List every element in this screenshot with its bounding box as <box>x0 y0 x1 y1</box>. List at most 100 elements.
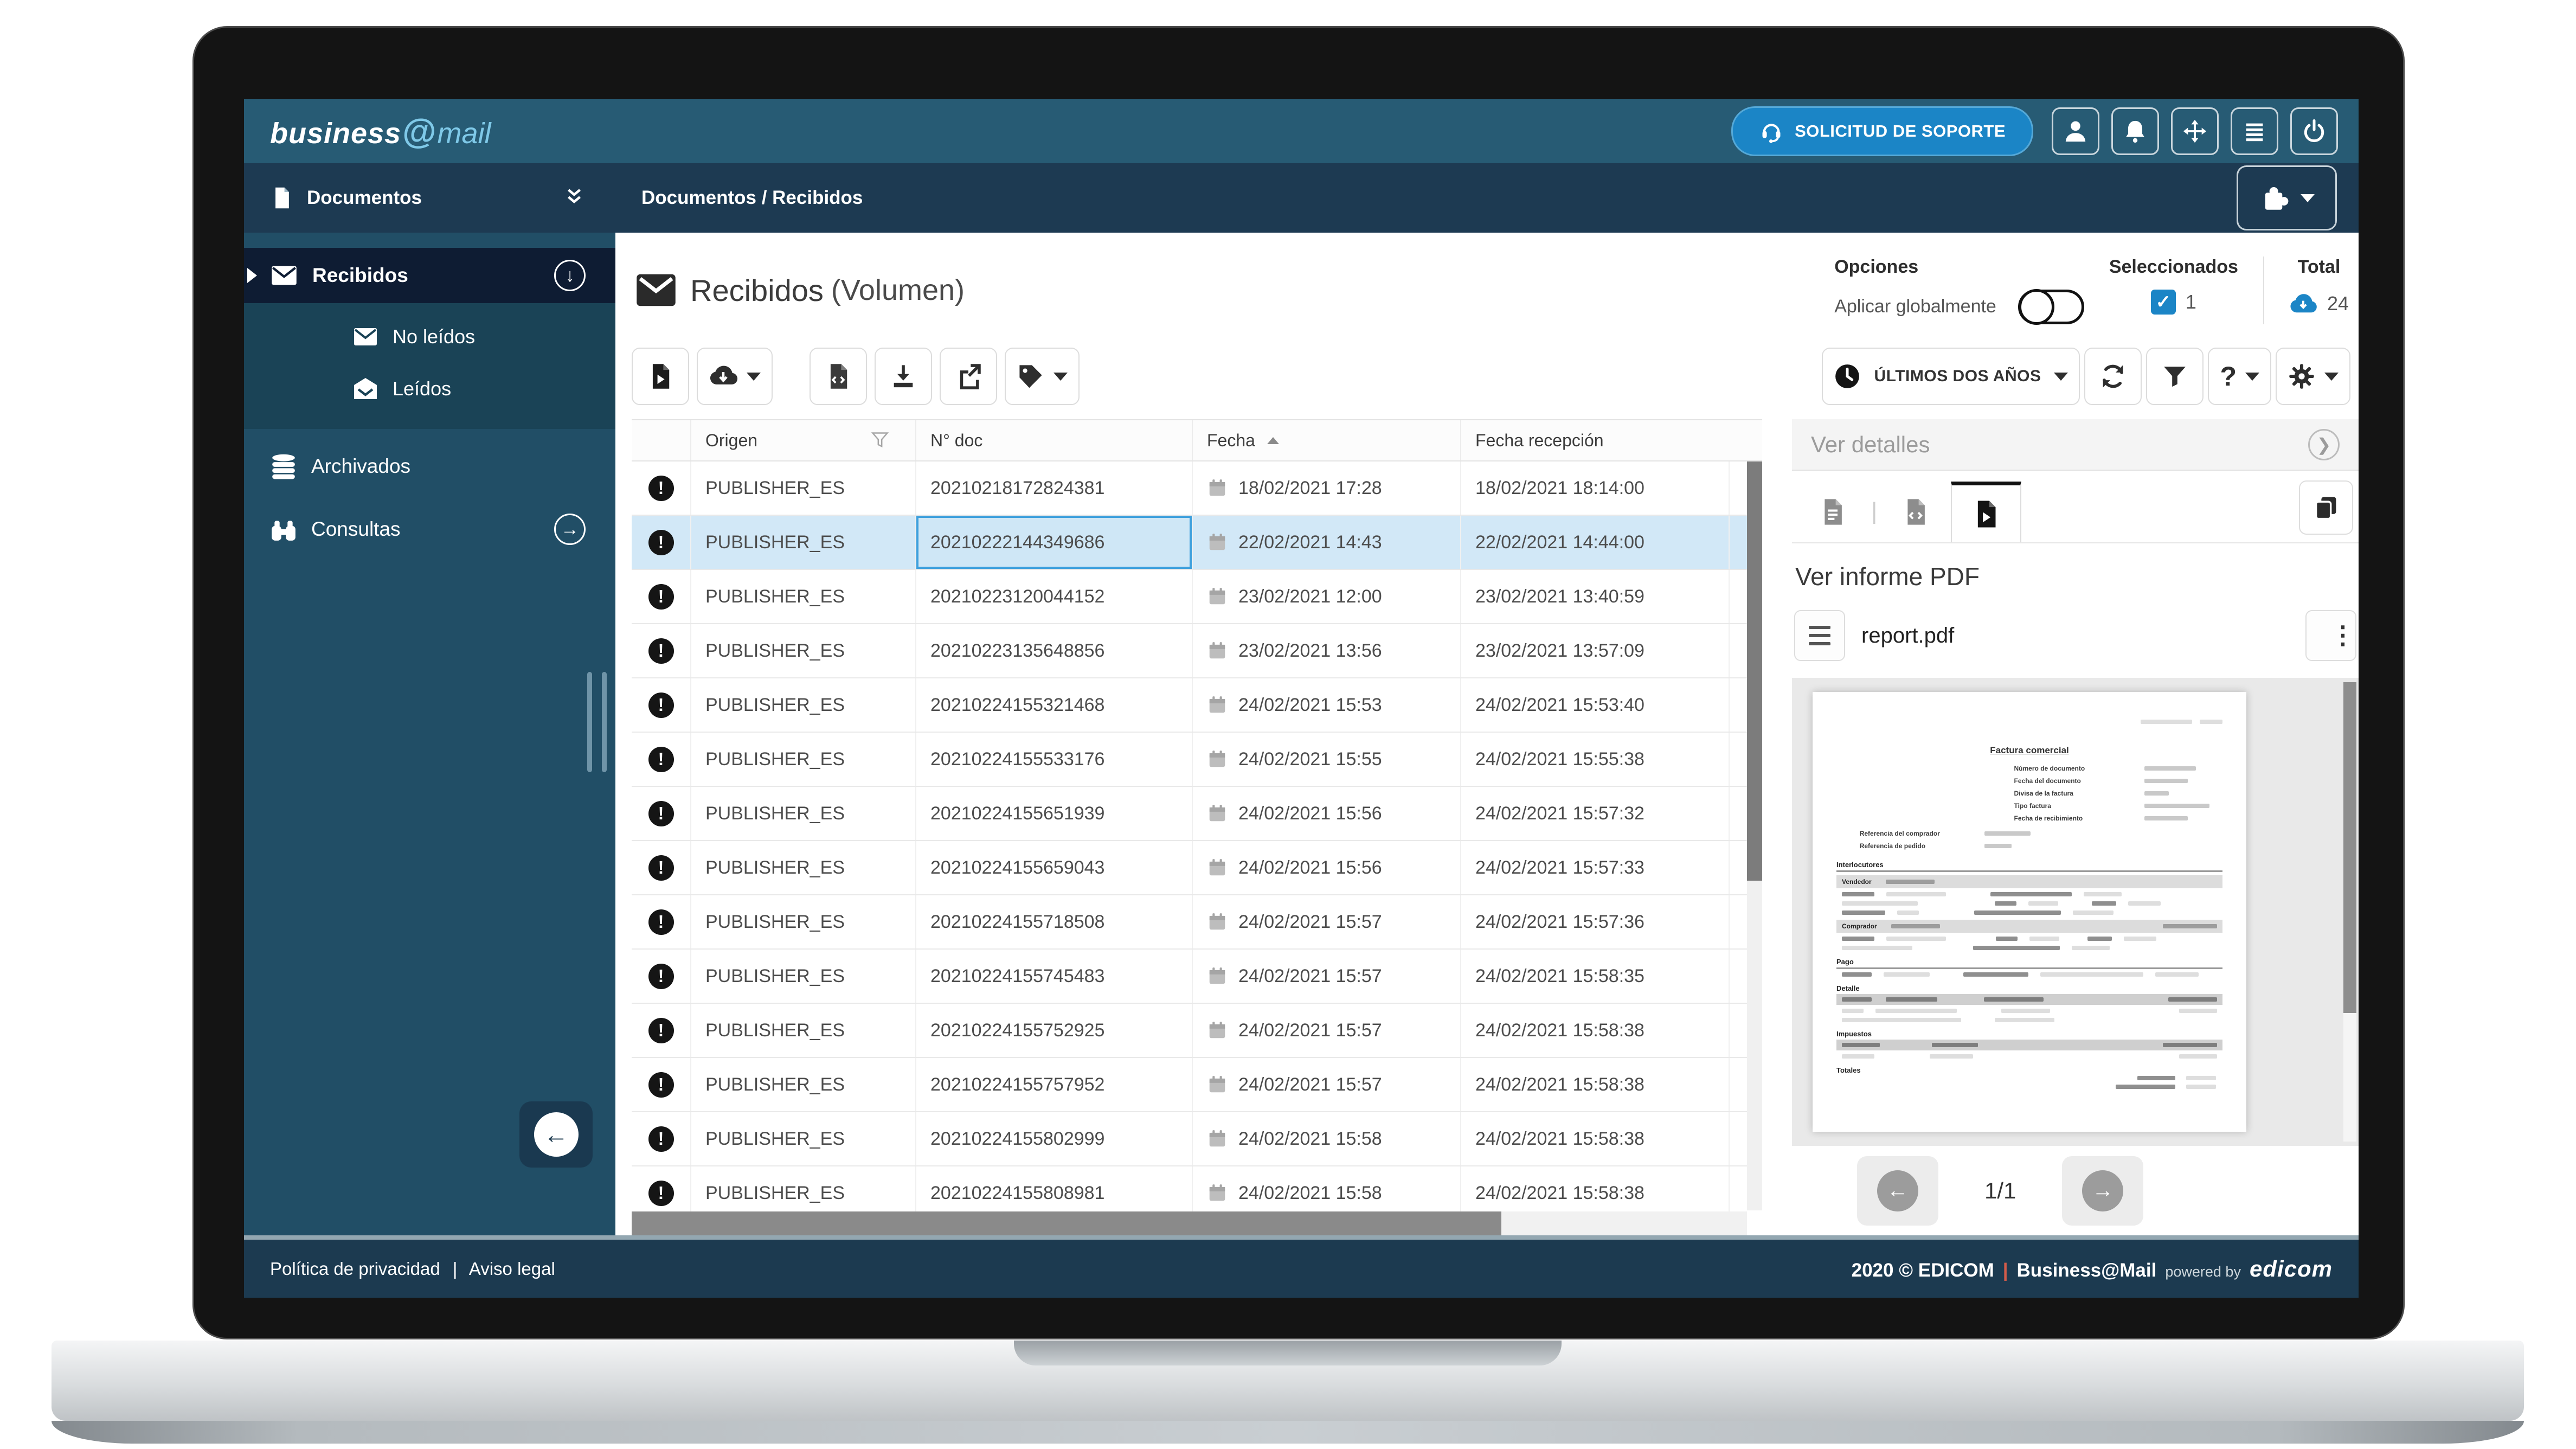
exclamation-circle-icon: ! <box>648 747 674 772</box>
vertical-scroll-thumb[interactable] <box>1747 461 1762 881</box>
selected-checkbox-icon[interactable]: ✓ <box>2151 290 2176 315</box>
chevron-right-circle-icon[interactable]: ❯ <box>2308 429 2340 460</box>
main-content: Recibidos (Volumen) Opciones Aplicar glo… <box>615 233 2359 1235</box>
column-doc[interactable]: N° doc <box>916 420 1193 460</box>
pdf-scrollbar[interactable] <box>2343 682 2356 1142</box>
column-filter-icon[interactable] <box>870 430 890 451</box>
table-vertical-scrollbar[interactable] <box>1747 461 1762 1210</box>
table-header-row: Origen N° doc Fecha <box>632 419 1762 461</box>
table-row[interactable]: ! PUBLISHER_ES 20210224155718508 24/02/2… <box>632 895 1747 950</box>
funnel-icon <box>2161 363 2188 390</box>
cell-recepcion: 18/02/2021 18:14:00 <box>1461 461 1730 515</box>
column-origen[interactable]: Origen <box>691 420 916 460</box>
help-button[interactable]: ? <box>2208 348 2271 405</box>
table-body: ! PUBLISHER_ES 20210218172824381 18/02/2… <box>632 461 1747 1235</box>
tab-file-xml[interactable] <box>1880 482 1951 542</box>
support-request-button[interactable]: SOLICITUD DE SOPORTE <box>1731 106 2033 156</box>
sidebar-item-recibidos[interactable]: Recibidos ↓ <box>244 248 615 303</box>
active-item-marker <box>247 268 257 283</box>
horizontal-scroll-thumb[interactable] <box>632 1211 1501 1235</box>
breadcrumb: Documentos / Recibidos <box>641 187 863 209</box>
table-row[interactable]: ! PUBLISHER_ES 20210222144349686 22/02/2… <box>632 516 1747 570</box>
cell-fecha: 18/02/2021 17:28 <box>1193 461 1461 515</box>
table-row[interactable]: ! PUBLISHER_ES 20210224155752925 24/02/2… <box>632 1004 1747 1058</box>
collapse-all-icon[interactable] <box>563 187 586 209</box>
next-page-button[interactable]: → <box>2062 1156 2143 1226</box>
toolbar: ÚLTIMOS DOS AÑOS ? <box>632 348 2359 419</box>
share-button[interactable] <box>940 348 997 405</box>
sidebar-item-consultas[interactable]: Consultas → <box>244 502 615 557</box>
table-row[interactable]: ! PUBLISHER_ES 20210224155802999 24/02/2… <box>632 1112 1747 1166</box>
sidebar-item-archivados[interactable]: Archivados <box>244 439 615 494</box>
menu-button[interactable] <box>2231 107 2278 155</box>
chevron-down-icon <box>747 373 761 381</box>
column-recepcion-label: Fecha recepción <box>1475 431 1604 451</box>
table-horizontal-scrollbar[interactable] <box>632 1211 1747 1235</box>
table-row[interactable]: ! PUBLISHER_ES 20210224155757952 24/02/2… <box>632 1058 1747 1112</box>
gear-icon <box>2288 362 2316 390</box>
tab-file-edi[interactable] <box>1797 482 1868 542</box>
table-row[interactable]: ! PUBLISHER_ES 20210218172824381 18/02/2… <box>632 461 1747 516</box>
download-cloud-button[interactable] <box>697 348 773 405</box>
tab-file-pdf[interactable] <box>1951 482 2021 542</box>
footer-copyright: 2020 © EDICOM <box>1852 1260 1994 1281</box>
cell-fecha: 24/02/2021 15:58 <box>1193 1112 1461 1165</box>
exclamation-circle-icon: ! <box>648 855 674 881</box>
cell-recepcion: 24/02/2021 15:58:35 <box>1461 950 1730 1003</box>
move-button[interactable] <box>2171 107 2219 155</box>
sidebar-section-header[interactable]: Documentos <box>244 186 615 210</box>
cell-doc: 20210224155321468 <box>916 678 1193 732</box>
cell-recepcion: 24/02/2021 15:58:38 <box>1461 1112 1730 1165</box>
refresh-button[interactable] <box>2084 348 2142 405</box>
table-row[interactable]: ! PUBLISHER_ES 20210223120044152 23/02/2… <box>632 570 1747 624</box>
user-button[interactable] <box>2052 107 2099 155</box>
modules-button[interactable] <box>2237 165 2337 230</box>
tag-button[interactable] <box>1005 348 1080 405</box>
bell-icon <box>2123 119 2148 144</box>
copy-button[interactable] <box>2299 480 2353 535</box>
logout-button[interactable] <box>2290 107 2338 155</box>
column-fecha[interactable]: Fecha <box>1193 420 1461 460</box>
cell-fecha-text: 22/02/2021 14:43 <box>1238 532 1382 553</box>
download-circle-icon[interactable]: ↓ <box>554 260 586 291</box>
invoice-section-pago: Pago <box>1836 958 2222 966</box>
row-status-cell: ! <box>632 678 691 732</box>
download-button[interactable] <box>875 348 932 405</box>
filter-button[interactable] <box>2146 348 2204 405</box>
table-row[interactable]: ! PUBLISHER_ES 20210224155533176 24/02/2… <box>632 733 1747 787</box>
table-row[interactable]: ! PUBLISHER_ES 20210223135648856 23/02/2… <box>632 624 1747 678</box>
pdf-pagination: ← 1/1 → <box>1792 1146 2359 1235</box>
column-recepcion[interactable]: Fecha recepción <box>1461 420 1730 460</box>
pdf-scroll-thumb[interactable] <box>2343 682 2356 1013</box>
copy-icon <box>2312 493 2340 522</box>
table-row[interactable]: ! PUBLISHER_ES 20210224155651939 24/02/2… <box>632 787 1747 841</box>
pdf-options-button[interactable]: ⋮ <box>2305 610 2356 661</box>
export-xml-button[interactable] <box>810 348 867 405</box>
previous-page-button[interactable]: ← <box>1857 1156 1938 1226</box>
notifications-button[interactable] <box>2111 107 2159 155</box>
sidebar-resize-handle[interactable] <box>587 672 607 772</box>
arrow-right-circle-icon[interactable]: → <box>554 514 586 545</box>
legal-notice-link[interactable]: Aviso legal <box>469 1259 555 1279</box>
sidebar-item-no-leidos[interactable]: No leídos <box>244 311 615 363</box>
sidebar-collapse-button[interactable]: ← <box>519 1101 593 1168</box>
settings-button[interactable] <box>2276 348 2350 405</box>
cell-recepcion: 24/02/2021 15:55:38 <box>1461 733 1730 786</box>
date-range-button[interactable]: ÚLTIMOS DOS AÑOS <box>1822 348 2080 405</box>
calendar-icon <box>1207 695 1228 715</box>
breadcrumb-bar: Documentos Documentos / Recibidos <box>244 163 2359 233</box>
sidebar-item-leidos[interactable]: Leídos <box>244 363 615 415</box>
table-row[interactable]: ! PUBLISHER_ES 20210224155321468 24/02/2… <box>632 678 1747 733</box>
cell-fecha: 24/02/2021 15:57 <box>1193 950 1461 1003</box>
privacy-policy-link[interactable]: Política de privacidad <box>270 1259 440 1279</box>
table-row[interactable]: ! PUBLISHER_ES 20210224155659043 24/02/2… <box>632 841 1747 895</box>
table-row[interactable]: ! PUBLISHER_ES 20210224155745483 24/02/2… <box>632 950 1747 1004</box>
header-action-buttons <box>2052 107 2338 155</box>
apply-globally-toggle[interactable] <box>2018 290 2084 324</box>
laptop-bezel: business @ mail SOLICITUD DE SOPORTE <box>192 26 2405 1339</box>
export-pdf-button[interactable] <box>632 348 689 405</box>
puzzle-icon <box>2259 182 2291 214</box>
cell-fecha-text: 24/02/2021 15:57 <box>1238 966 1382 987</box>
footer-brand-separator: | <box>2003 1260 2008 1281</box>
pdf-menu-button[interactable] <box>1794 610 1845 661</box>
